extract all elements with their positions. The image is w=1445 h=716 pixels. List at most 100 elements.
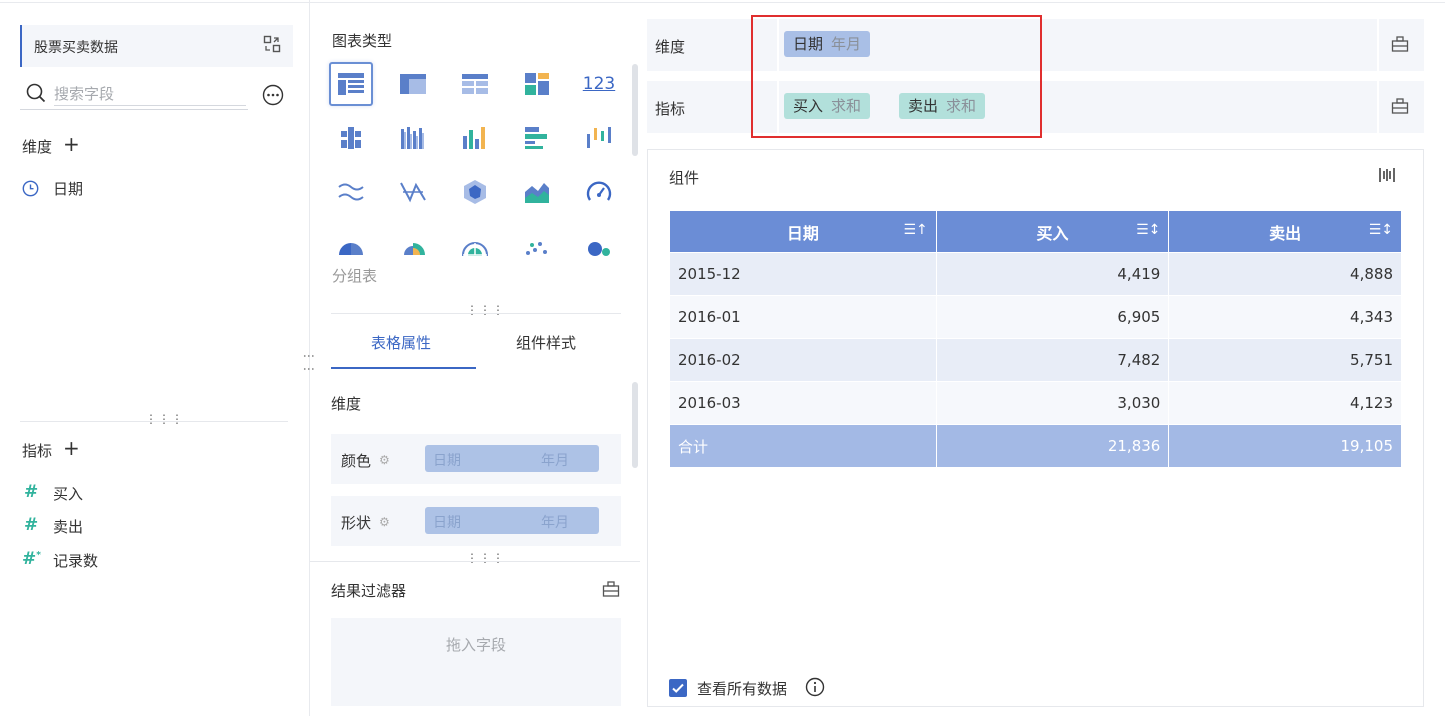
clock-icon	[22, 180, 39, 197]
color-attr-field-pill[interactable]: 日期 年月	[425, 445, 599, 472]
resize-handle-icon[interactable]: ⋮⋮⋮	[466, 551, 505, 565]
measure-field-label: 记录数	[53, 552, 99, 570]
text-123-icon[interactable]: 123	[577, 62, 621, 106]
total-buy: 21,836	[935, 424, 1170, 468]
field-search-input[interactable]	[54, 82, 246, 106]
shelf-settings-icon[interactable]	[1391, 35, 1409, 53]
pill-field: 日期	[433, 453, 461, 469]
bar-icon[interactable]	[515, 116, 559, 160]
add-dimension-icon[interactable]: +	[63, 134, 80, 154]
column-width-icon[interactable]	[1378, 166, 1396, 184]
sort-icon[interactable]: ☰↕	[1136, 222, 1160, 238]
color-attr-label: 颜色	[341, 452, 372, 470]
highlight-box	[751, 15, 1042, 138]
cross-table-icon[interactable]	[391, 62, 435, 106]
total-sell: 19,105	[1168, 424, 1402, 468]
polygon-icon[interactable]	[453, 170, 497, 214]
resize-handle-icon[interactable]: ⋮⋮⋮	[466, 303, 505, 317]
filter-drop-zone[interactable]: 拖入字段	[331, 618, 621, 706]
header-label: 日期	[786, 223, 819, 243]
line-icon[interactable]	[329, 170, 373, 214]
radar-icon[interactable]	[391, 170, 435, 214]
gauge-icon[interactable]	[577, 170, 621, 214]
chart-config-panel: 图表类型 123 分组表 ⋮⋮⋮ 表格属性 组件样式 维度 颜色 ⚙ 日期 年月…	[310, 0, 640, 716]
table-row: 2015-12 4,419 4,888	[669, 252, 1402, 296]
dataset-name: 股票买卖数据	[34, 40, 118, 56]
view-all-data-checkbox[interactable]	[669, 679, 687, 697]
range-column-icon[interactable]	[577, 116, 621, 160]
dimensions-label: 维度	[22, 138, 53, 156]
scatter-icon[interactable]	[515, 222, 559, 256]
shape-attr-label: 形状	[341, 514, 372, 532]
drop-zone-text: 拖入字段	[445, 636, 506, 654]
grouped-table-icon[interactable]	[329, 62, 373, 106]
cell-sell: 4,343	[1168, 295, 1402, 339]
header-label: 卖出	[1269, 223, 1302, 243]
table-row: 2016-01 6,905 4,343	[669, 295, 1402, 339]
shelf-separator	[1377, 81, 1379, 133]
gear-icon[interactable]: ⚙	[379, 453, 390, 467]
measure-shelf-label: 指标	[655, 100, 686, 118]
rose-icon[interactable]	[391, 222, 435, 256]
detail-table-icon[interactable]	[453, 62, 497, 106]
dimension-field-label: 日期	[53, 180, 84, 198]
selected-chart-type-label: 分组表	[332, 267, 378, 285]
pill-field: 日期	[433, 515, 461, 531]
multi-bar-icon[interactable]	[329, 116, 373, 160]
resize-handle-icon[interactable]: ⋮⋮⋮	[145, 412, 184, 426]
cell-sell: 5,751	[1168, 338, 1402, 382]
computed-number-icon: #*	[22, 549, 41, 569]
cell-sell: 4,123	[1168, 381, 1402, 425]
tab-component-style[interactable]: 组件样式	[516, 332, 576, 353]
tab-table-properties[interactable]: 表格属性	[371, 332, 431, 353]
view-all-data-label: 查看所有数据	[697, 680, 788, 698]
bubble-icon[interactable]	[577, 222, 621, 256]
cell-date: 2016-01	[669, 295, 937, 339]
tabs-divider	[331, 313, 621, 314]
kpi-card-icon[interactable]	[515, 62, 559, 106]
filter-settings-icon[interactable]	[602, 580, 620, 598]
data-panel: 股票买卖数据 维度 + 日期 ⋮⋮⋮ 指标 + # 买入 # 卖出 #* 记录数	[0, 0, 310, 716]
shape-attr-field-pill[interactable]: 日期 年月	[425, 507, 599, 534]
column-icon[interactable]	[453, 116, 497, 160]
dataset-selector[interactable]: 股票买卖数据	[20, 25, 293, 67]
filter-divider	[310, 561, 640, 562]
chart-type-scrollbar[interactable]	[632, 64, 638, 156]
cell-date: 2016-02	[669, 338, 937, 382]
column-header-buy[interactable]: 买入 ☰↕	[935, 210, 1170, 253]
pie-icon[interactable]	[329, 222, 373, 256]
chart-type-title: 图表类型	[332, 32, 393, 50]
more-options-icon[interactable]	[262, 84, 284, 106]
attr-section-title: 维度	[331, 395, 362, 413]
pill-sub: 年月	[541, 453, 569, 469]
result-filter-title: 结果过滤器	[331, 582, 407, 600]
total-label: 合计	[669, 424, 937, 468]
column-header-date[interactable]: 日期 ☰↑	[669, 210, 937, 253]
measure-field-label: 买入	[53, 485, 84, 503]
funnel-icon[interactable]	[453, 222, 497, 256]
active-tab-indicator	[331, 367, 476, 369]
component-title: 组件	[669, 169, 700, 187]
stacked-column-icon[interactable]	[391, 116, 435, 160]
switch-dataset-icon[interactable]	[263, 35, 281, 53]
measure-field-label: 卖出	[53, 518, 84, 536]
dimension-shelf-label: 维度	[655, 38, 686, 56]
sort-icon[interactable]: ☰↕	[1369, 222, 1393, 238]
gear-icon[interactable]: ⚙	[379, 515, 390, 529]
add-measure-icon[interactable]: +	[63, 438, 80, 458]
column-header-sell[interactable]: 卖出 ☰↕	[1168, 210, 1402, 253]
search-icon	[26, 83, 46, 103]
kpi-text: 123	[582, 74, 616, 94]
checkmark-icon	[672, 683, 684, 693]
info-icon[interactable]	[805, 677, 825, 697]
sort-asc-icon[interactable]: ☰↑	[903, 222, 927, 238]
shelf-settings-icon[interactable]	[1391, 97, 1409, 115]
number-icon: #	[24, 482, 39, 502]
divider	[20, 421, 288, 422]
number-icon: #	[24, 515, 39, 535]
cell-date: 2016-03	[669, 381, 937, 425]
attr-scrollbar[interactable]	[632, 382, 638, 468]
color-attr-row: 颜色 ⚙ 日期 年月	[331, 434, 621, 484]
area-icon[interactable]	[515, 170, 559, 214]
data-table: 日期 ☰↑ 买入 ☰↕ 卖出 ☰↕ 2015-12 4,419 4,888 2016-…	[669, 210, 1402, 468]
